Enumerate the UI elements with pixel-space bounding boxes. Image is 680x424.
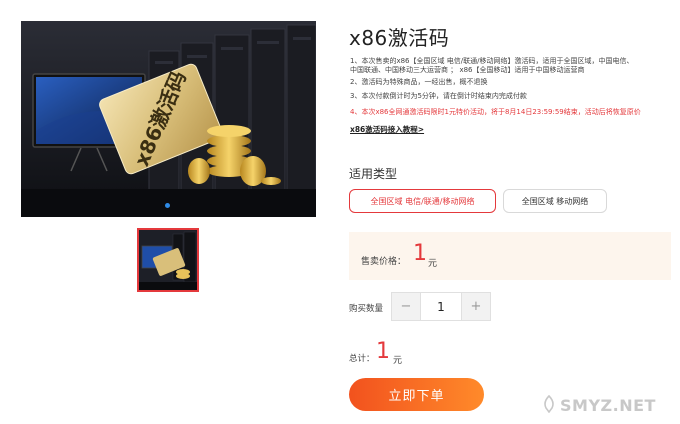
option-all-networks[interactable]: 全国区域 电信/联通/移动网络: [349, 189, 496, 213]
price-unit: 元: [428, 259, 438, 269]
total-unit: 元: [393, 356, 403, 366]
price-value: 1: [413, 241, 427, 266]
description-line-1b: 中国联通、中国移动三大运营商 ； x86【全国移动】适用于中国移动运营商: [350, 66, 585, 74]
quantity-stepper: − 1 +: [391, 292, 491, 321]
total-label: 总计：: [349, 354, 375, 364]
increment-button[interactable]: +: [462, 293, 490, 320]
watermark-logo-icon: [544, 395, 554, 413]
description-line-3: 3、本次付款倒计时为5分钟，请在倒计时结束内完成付款: [350, 92, 527, 100]
watermark: SMYZ.NET: [560, 396, 656, 415]
quantity-input[interactable]: 1: [420, 293, 462, 320]
total-value: 1: [376, 339, 390, 364]
product-title: x86激活码: [349, 26, 450, 50]
thumbnail-image[interactable]: [137, 228, 199, 292]
buy-now-button[interactable]: 立即下单: [349, 378, 484, 411]
guide-link[interactable]: x86激活码接入教程>: [350, 124, 424, 135]
decrement-button[interactable]: −: [392, 293, 420, 320]
description-line-2: 2、激活码为特殊商品，一经出售，概不退换: [350, 78, 488, 86]
quantity-label: 购买数量: [349, 304, 384, 314]
description-line-4-promo: 4、本次x86全网通激活码限时1元特价活动，将于8月14日23:59:59结束，…: [350, 108, 641, 116]
type-label: 适用类型: [349, 167, 398, 181]
product-main-image: x86激活码: [21, 21, 316, 217]
option-mobile-network[interactable]: 全国区域 移动网络: [503, 189, 607, 213]
carousel-dot-active[interactable]: [165, 203, 170, 208]
price-label: 售卖价格：: [361, 257, 407, 267]
